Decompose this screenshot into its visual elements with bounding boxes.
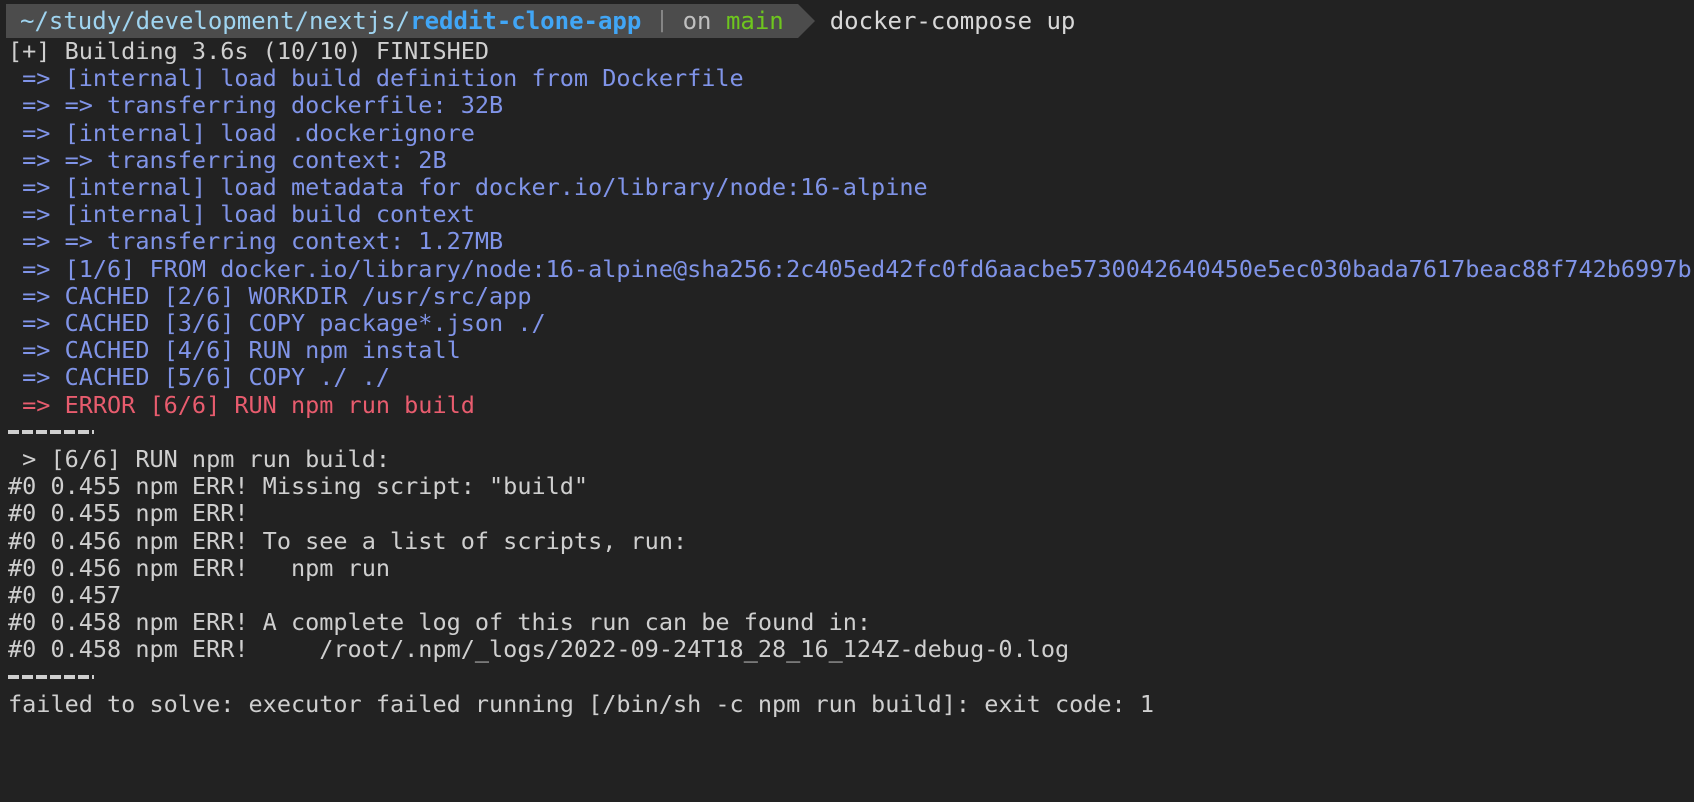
output-line: => [internal] load build definition from… [8, 64, 744, 93]
output-line: => [1/6] FROM docker.io/library/node:16-… [8, 254, 1692, 283]
dashed-divider [8, 675, 94, 680]
prompt-segment-group: ~/study/development/nextjs/reddit-clone-… [6, 4, 815, 38]
prompt-path-prefix: ~/study/development/nextjs/ [20, 7, 411, 35]
terminal-output: [+] Building 3.6s (10/10) FINISHED => [i… [0, 37, 1694, 718]
prompt-path: ~/study/development/nextjs/reddit-clone-… [20, 4, 641, 38]
output-line: => CACHED [3/6] COPY package*.json ./ [8, 309, 546, 338]
output-line: => => transferring dockerfile: 32B [8, 91, 504, 120]
output-line: #0 0.456 npm ERR! To see a list of scrip… [8, 526, 688, 555]
prompt-divider: | [655, 8, 669, 33]
output-line: => [internal] load build context [8, 200, 475, 229]
output-line: #0 0.458 npm ERR! /root/.npm/_logs/2022-… [8, 635, 1070, 664]
output-line: > [6/6] RUN npm run build: [8, 445, 391, 474]
shell-command: docker-compose up [829, 7, 1076, 35]
output-line: => => transferring context: 1.27MB [8, 227, 504, 256]
output-line: => CACHED [2/6] WORKDIR /usr/src/app [8, 281, 532, 310]
dashed-divider [8, 430, 94, 435]
output-line: failed to solve: executor failed running… [8, 689, 1155, 718]
prompt-repo-name: reddit-clone-app [410, 7, 642, 35]
output-line: [+] Building 3.6s (10/10) FINISHED [8, 37, 490, 65]
output-line: #0 0.455 npm ERR! [8, 499, 249, 528]
prompt-branch-name: main [725, 7, 784, 35]
output-line: => [internal] load metadata for docker.i… [8, 173, 928, 202]
output-line: #0 0.456 npm ERR! npm run [8, 553, 391, 582]
output-line: #0 0.458 npm ERR! A complete log of this… [8, 608, 872, 637]
output-line: => [internal] load .dockerignore [8, 118, 475, 147]
prompt-line: ~/study/development/nextjs/reddit-clone-… [0, 0, 1694, 38]
output-line: => CACHED [4/6] RUN npm install [8, 336, 461, 365]
terminal-window[interactable]: ~/study/development/nextjs/reddit-clone-… [0, 0, 1694, 802]
prompt-branch: on main [683, 4, 798, 38]
output-line: #0 0.455 npm ERR! Missing script: "build… [8, 472, 589, 501]
output-line: => CACHED [5/6] COPY ./ ./ [8, 363, 391, 392]
output-separator-rule [8, 664, 1694, 691]
output-separator-rule [8, 419, 1694, 446]
output-line: #0 0.457 [8, 581, 122, 610]
prompt-branch-label: on [682, 7, 726, 35]
output-line: => ERROR [6/6] RUN npm run build [8, 390, 475, 419]
output-line: => => transferring context: 2B [8, 145, 447, 174]
